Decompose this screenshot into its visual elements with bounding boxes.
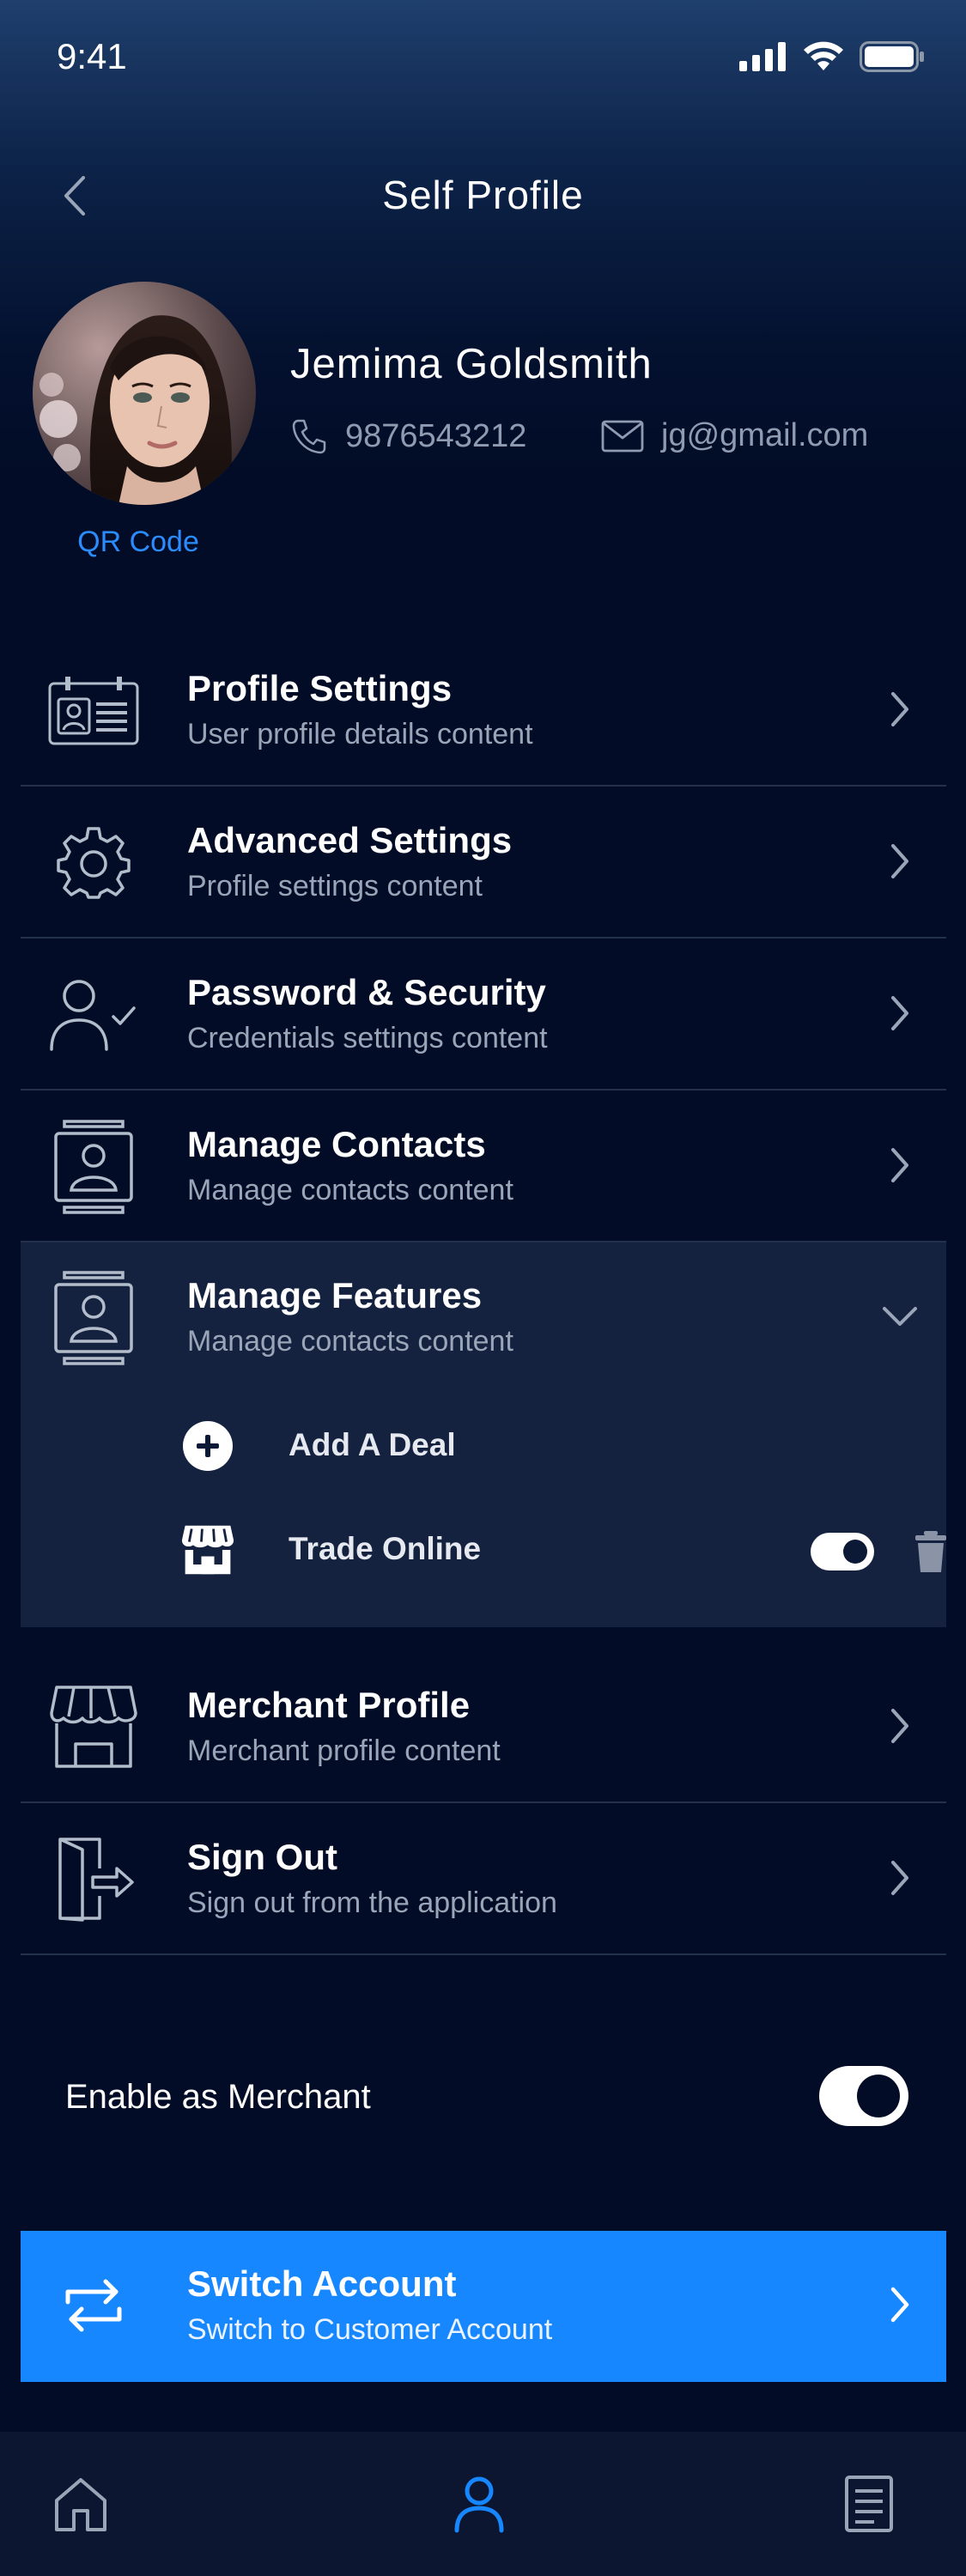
menu-item-subtitle: Sign out from the application xyxy=(187,1886,557,1919)
status-icons xyxy=(739,41,925,72)
trade-online-item: Trade Online xyxy=(180,1516,946,1584)
profile-icon xyxy=(454,2476,504,2533)
menu-item-title: Advanced Settings xyxy=(187,820,513,860)
sign-out-icon xyxy=(46,1832,141,1926)
phone-row: 9876543212 xyxy=(290,417,526,455)
store-icon xyxy=(180,1522,235,1577)
trade-online-toggle[interactable] xyxy=(811,1533,874,1571)
cellular-signal-icon xyxy=(739,42,786,71)
contact-card-icon xyxy=(46,1119,141,1214)
battery-icon xyxy=(860,41,924,72)
storefront-icon xyxy=(46,1680,141,1774)
user-check-icon xyxy=(46,967,141,1061)
chevron-right-icon xyxy=(878,1143,922,1188)
tab-documents[interactable] xyxy=(835,2470,903,2538)
page-title: Self Profile xyxy=(382,173,584,217)
switch-account-title: Switch Account xyxy=(187,2263,457,2304)
document-icon xyxy=(845,2476,893,2532)
switch-account-button[interactable]: Switch Account Switch to Customer Accoun… xyxy=(21,2231,946,2382)
menu-item-advanced-settings[interactable]: Advanced Settings Profile settings conte… xyxy=(21,787,946,939)
menu-item-title: Sign Out xyxy=(187,1837,337,1877)
plus-circle-icon xyxy=(180,1419,235,1473)
avatar-photo xyxy=(33,282,256,505)
menu-item-sign-out[interactable]: Sign Out Sign out from the application xyxy=(21,1804,946,1955)
chevron-right-icon xyxy=(878,2282,922,2327)
add-deal-item[interactable]: Add A Deal xyxy=(180,1412,936,1480)
menu-item-title: Manage Features xyxy=(187,1275,483,1315)
menu-item-subtitle: User profile details content xyxy=(187,718,533,750)
bottom-tab-bar xyxy=(0,2432,966,2576)
chevron-right-icon xyxy=(878,839,922,884)
chevron-right-icon xyxy=(878,991,922,1036)
trash-icon[interactable] xyxy=(910,1529,951,1574)
mail-icon xyxy=(601,420,644,452)
avatar[interactable] xyxy=(33,282,256,505)
id-card-icon xyxy=(46,663,141,757)
menu-item-title: Profile Settings xyxy=(187,668,453,708)
phone-icon xyxy=(292,419,326,454)
menu-item-manage-contacts[interactable]: Manage Contacts Manage contacts content xyxy=(21,1091,946,1242)
toggle-knob xyxy=(843,1540,867,1564)
menu-item-subtitle: Manage contacts content xyxy=(187,1174,513,1206)
chevron-down-icon[interactable] xyxy=(878,1294,922,1339)
menu-item-subtitle: Credentials settings content xyxy=(187,1022,548,1054)
chevron-right-icon xyxy=(878,1704,922,1748)
trade-online-label: Trade Online xyxy=(289,1531,482,1566)
menu-item-password-security[interactable]: Password & Security Credentials settings… xyxy=(21,939,946,1091)
profile-name: Jemima Goldsmith xyxy=(290,341,653,387)
menu-item-title: Manage Contacts xyxy=(187,1124,486,1164)
wifi-icon xyxy=(804,41,843,70)
home-icon xyxy=(55,2478,106,2531)
tab-profile[interactable] xyxy=(445,2470,513,2538)
status-bar: 9:41 xyxy=(0,0,966,112)
menu-item-merchant-profile[interactable]: Merchant Profile Merchant profile conten… xyxy=(21,1652,946,1803)
menu-item-profile-settings[interactable]: Profile Settings User profile details co… xyxy=(21,635,946,787)
enable-merchant-row: Enable as Merchant xyxy=(21,2052,946,2138)
contact-card-icon xyxy=(46,1270,141,1365)
qr-code-link[interactable]: QR Code xyxy=(33,526,244,559)
chevron-right-icon xyxy=(878,1856,922,1900)
toggle-knob xyxy=(857,2075,900,2117)
enable-merchant-toggle[interactable] xyxy=(819,2066,908,2126)
gear-icon xyxy=(46,815,141,909)
email-address: jg@gmail.com xyxy=(661,417,869,453)
chevron-right-icon xyxy=(878,687,922,732)
header: Self Profile xyxy=(0,155,966,237)
enable-merchant-label: Enable as Merchant xyxy=(65,2078,371,2116)
email-row: jg@gmail.com xyxy=(601,417,868,454)
add-deal-label: Add A Deal xyxy=(289,1427,456,1462)
status-time: 9:41 xyxy=(57,36,127,76)
menu-item-manage-features[interactable]: Manage Features Manage contacts content … xyxy=(21,1242,946,1627)
phone-number: 9876543212 xyxy=(345,417,527,454)
swap-arrows-icon xyxy=(46,2258,141,2353)
menu-item-title: Merchant Profile xyxy=(187,1685,471,1725)
tab-home[interactable] xyxy=(46,2470,115,2538)
switch-account-subtitle: Switch to Customer Account xyxy=(187,2313,553,2346)
menu-item-subtitle: Manage contacts content xyxy=(187,1325,513,1358)
menu-item-title: Password & Security xyxy=(187,972,546,1012)
self-profile-screen: 9:41 Self Profile QR Code Jemima Goldsmi… xyxy=(0,0,966,2576)
menu-item-subtitle: Merchant profile content xyxy=(187,1735,501,1767)
menu-item-subtitle: Profile settings content xyxy=(187,870,483,902)
